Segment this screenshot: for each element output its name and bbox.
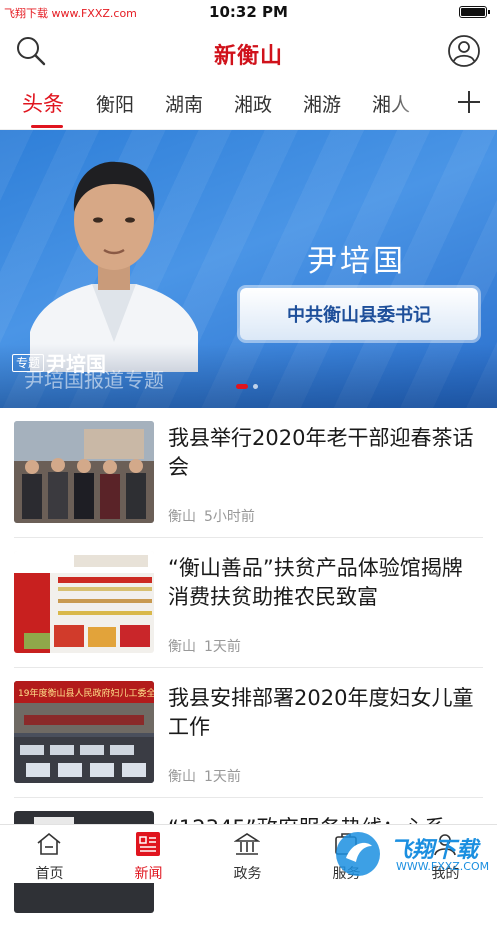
- add-channel-button[interactable]: [455, 88, 483, 116]
- news-meta: 衡山 5小时前: [168, 506, 255, 526]
- news-title: 我县安排部署2020年度妇女儿童工作: [168, 686, 474, 739]
- status-bar: 飞翔下载 www.FXXZ.com 10:32 PM: [0, 0, 497, 24]
- tab-headlines[interactable]: 头条: [22, 88, 64, 118]
- app-title: 新衡山: [213, 43, 283, 69]
- news-meta: 衡山 1天前: [168, 766, 241, 786]
- tab-xiangzheng[interactable]: 湘政: [234, 90, 272, 117]
- watermark-url: WWW.FXXZ.COM: [396, 860, 490, 873]
- news-time: 1天前: [204, 639, 241, 655]
- user-icon: [448, 35, 480, 67]
- status-time: 10:32 PM: [209, 3, 288, 21]
- tab-bar-label: 首页: [35, 866, 64, 882]
- tab-xiangyou[interactable]: 湘游: [303, 90, 341, 117]
- news-source: 衡山: [168, 509, 196, 525]
- news-meta: 衡山 1天前: [168, 636, 241, 656]
- news-title: “衡山善品”扶贫产品体验馆揭牌 消费扶贫助推农民致富: [168, 556, 463, 609]
- battery-icon: [459, 6, 490, 18]
- tab-bar-label: 政务: [233, 866, 262, 882]
- news-item[interactable]: “衡山善品”扶贫产品体验馆揭牌 消费扶贫助推农民致富 衡山 1天前: [0, 538, 497, 668]
- watermark-icon: [336, 832, 380, 876]
- banner-person-name: 尹培国: [307, 244, 406, 279]
- tab-bar-label: 新闻: [134, 866, 163, 882]
- news-time: 5小时前: [204, 509, 255, 525]
- user-profile-button[interactable]: [447, 34, 481, 68]
- tab-bar-news[interactable]: 新闻: [99, 825, 198, 884]
- news-item[interactable]: 我县举行2020年老干部迎春茶话会 衡山 5小时前: [0, 408, 497, 538]
- news-source: 衡山: [168, 639, 196, 655]
- carousel-dot: [253, 384, 258, 389]
- tab-bar-home[interactable]: 首页: [0, 825, 99, 884]
- banner-headline[interactable]: 尹培国: [46, 348, 106, 377]
- home-icon: [37, 832, 61, 855]
- tab-hengyang[interactable]: 衡阳: [96, 90, 134, 117]
- position-title: 中共衡山县委书记: [287, 305, 431, 326]
- news-source: 衡山: [168, 769, 196, 785]
- news-thumbnail: [14, 551, 154, 653]
- government-icon: [234, 833, 260, 855]
- watermark-logo: 飞翔下载 WWW.FXXZ.COM: [330, 828, 490, 880]
- active-tab-indicator: [31, 125, 63, 128]
- channel-tabs: 头条 衡阳 湖南 湘政 湘游 湘人: [0, 78, 497, 130]
- carousel-dot-active: [236, 384, 248, 389]
- news-icon: [136, 832, 160, 856]
- portrait-image: [30, 161, 198, 372]
- svg-text:19年度衡山县人民政府妇儿工委全会: 19年度衡山县人民政府妇儿工委全会: [18, 687, 154, 699]
- news-title: 我县举行2020年老干部迎春茶话会: [168, 426, 474, 479]
- tab-bar-government[interactable]: 政务: [198, 825, 297, 884]
- news-thumbnail: 19年度衡山县人民政府妇儿工委全会: [14, 681, 154, 783]
- tab-hunan[interactable]: 湖南: [165, 90, 203, 117]
- news-item[interactable]: 19年度衡山县人民政府妇儿工委全会 我县安排部署2020年度妇女儿童工作 衡山 1…: [0, 668, 497, 798]
- app-header: 新衡山: [0, 24, 497, 78]
- plus-icon: [458, 91, 480, 113]
- news-time: 1天前: [204, 769, 241, 785]
- position-plate: 中共衡山县委书记: [240, 288, 478, 340]
- special-topic-badge: 专题: [12, 354, 45, 372]
- news-thumbnail: [14, 421, 154, 523]
